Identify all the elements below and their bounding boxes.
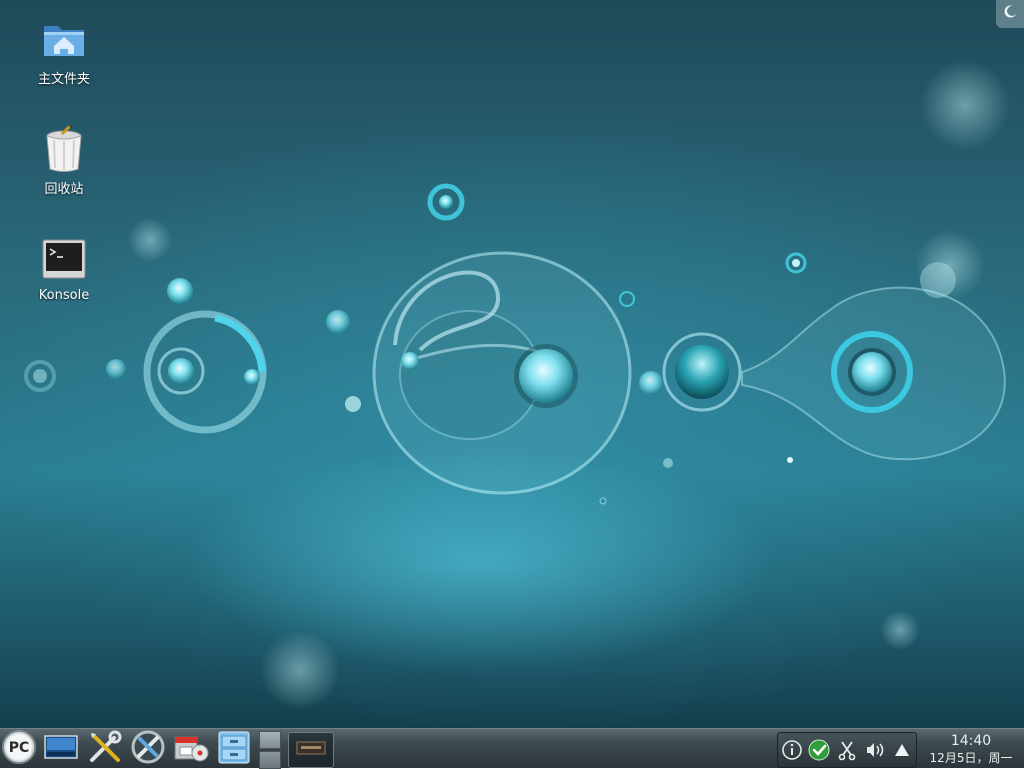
tools-icon: [87, 729, 123, 769]
desktop-icon-label: Konsole: [38, 288, 90, 303]
software-installer-button[interactable]: [172, 731, 210, 767]
taskbar-window-item[interactable]: [288, 732, 334, 768]
pc-logo-icon: PC: [1, 729, 37, 769]
file-manager-button[interactable]: [215, 731, 253, 767]
wallpaper: [24, 60, 1010, 710]
clock-date: 12月5日，周一: [929, 751, 1013, 765]
control-center-button[interactable]: [129, 729, 167, 769]
desktop-icon-trash[interactable]: 回收站: [24, 124, 104, 197]
desktop-display-icon: [43, 731, 79, 767]
digital-clock[interactable]: 14:40 12月5日，周一: [918, 731, 1024, 767]
desktop-icon-label: 回收站: [44, 182, 84, 197]
system-tray: [777, 732, 917, 768]
tools-gear-icon: [130, 729, 166, 769]
desktop-icon-konsole[interactable]: Konsole: [24, 236, 104, 303]
expand-tray-icon[interactable]: [890, 738, 914, 762]
trash-bin-icon: [40, 124, 88, 174]
update-check-icon[interactable]: [807, 738, 831, 762]
desktop-icon-label: 主文件夹: [37, 72, 90, 87]
pager-desktop-2[interactable]: [259, 751, 281, 769]
application-launcher-button[interactable]: PC: [0, 729, 38, 769]
virtual-desktop-pager[interactable]: [259, 731, 281, 769]
svg-text:PC: PC: [9, 740, 30, 756]
home-folder-icon: [40, 16, 88, 64]
show-desktop-button[interactable]: [42, 731, 80, 767]
desktop[interactable]: 主文件夹 回收站 Konsole: [0, 0, 1024, 728]
taskbar-panel: PC 14:40 12月5日，周一: [0, 728, 1024, 769]
volume-icon[interactable]: [863, 738, 887, 762]
desktop-toolbox-button[interactable]: [996, 0, 1024, 28]
desktop-icon-home[interactable]: 主文件夹: [24, 16, 104, 87]
clock-time: 14:40: [950, 733, 992, 749]
pager-desktop-1[interactable]: [259, 731, 281, 749]
klipper-scissors-icon[interactable]: [835, 738, 859, 762]
terminal-icon: [40, 236, 88, 284]
package-installer-icon: [172, 729, 210, 769]
desktop-toolbox-icon: [1002, 4, 1018, 24]
system-settings-button[interactable]: [86, 729, 124, 769]
info-icon[interactable]: [780, 738, 804, 762]
window-thumbnail-icon: [296, 740, 326, 760]
file-cabinet-icon: [216, 729, 252, 769]
